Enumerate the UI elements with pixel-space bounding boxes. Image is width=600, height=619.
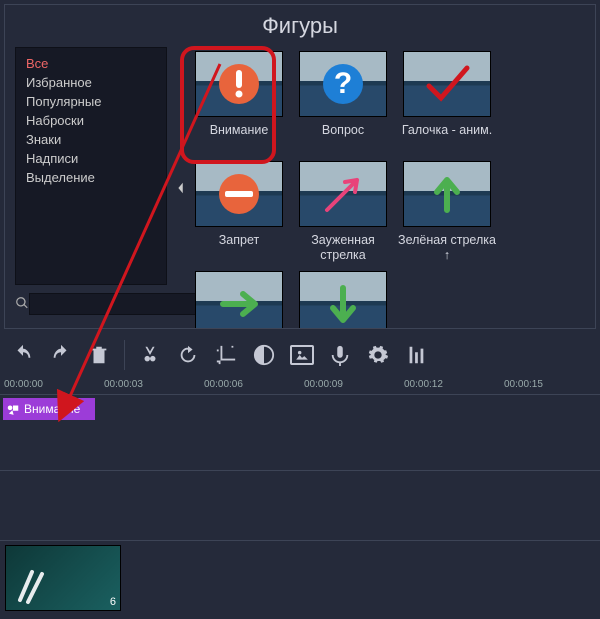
ruler-tick: 00:00:15 (504, 379, 543, 390)
thumb-exclaim-icon (195, 51, 283, 117)
tile-label: Вопрос (293, 123, 393, 153)
tile-label: Запрет (189, 233, 289, 263)
tile-label: Галочка - аним. (397, 123, 497, 153)
video-clip[interactable]: 6 (5, 545, 121, 611)
category-item-popular[interactable]: Популярные (26, 92, 156, 111)
shape-tile-green-down[interactable]: Зелёная стрелка ↓ (293, 267, 393, 328)
collapse-sidebar-button[interactable] (173, 47, 189, 328)
search-icon (15, 296, 29, 313)
category-item-all[interactable]: Все (26, 54, 156, 73)
undo-button[interactable] (7, 339, 39, 371)
video-clip-label: 6 (110, 596, 116, 608)
crop-button[interactable] (210, 339, 242, 371)
shape-clip-icon (6, 402, 20, 416)
shape-clip[interactable]: Внимание (3, 398, 95, 420)
shapes-panel: Фигуры Все Избранное Популярные Наброски… (4, 4, 596, 329)
shape-clip-label: Внимание (24, 402, 80, 416)
panel-body: Все Избранное Популярные Наброски Знаки … (5, 47, 595, 328)
tile-label: Зелёная стрелка ↑ (397, 233, 497, 263)
thumb-arrow-right-icon (195, 271, 283, 328)
thumb-arrow-up-icon (403, 161, 491, 227)
svg-text:?: ? (334, 67, 352, 100)
search-row (5, 291, 173, 317)
contrast-button[interactable] (248, 339, 280, 371)
video-clip-icon (14, 566, 54, 606)
cut-button[interactable] (134, 339, 166, 371)
category-item-captions[interactable]: Надписи (26, 149, 156, 168)
mic-button[interactable] (324, 339, 356, 371)
shape-tile-green-up[interactable]: Зелёная стрелка ↑ (397, 157, 497, 263)
toolbar (0, 333, 600, 377)
time-ruler[interactable]: 00:00:00 00:00:03 00:00:06 00:00:09 00:0… (0, 377, 600, 395)
search-input[interactable] (29, 293, 196, 315)
shapes-grid: Внимание ? Вопрос Галочка - аним. (189, 47, 595, 328)
shapes-track[interactable]: Внимание (0, 395, 600, 471)
shape-tile-prohibit[interactable]: Запрет (189, 157, 289, 263)
ruler-tick: 00:00:00 (4, 379, 43, 390)
thumb-question-icon: ? (299, 51, 387, 117)
category-item-sketch[interactable]: Наброски (26, 111, 156, 130)
delete-button[interactable] (83, 339, 115, 371)
shape-tile-question[interactable]: ? Вопрос (293, 47, 393, 153)
sidebar: Все Избранное Популярные Наброски Знаки … (5, 47, 173, 328)
shape-tile-check[interactable]: Галочка - аним. (397, 47, 497, 153)
category-item-favorites[interactable]: Избранное (26, 73, 156, 92)
tile-label: Внимание (189, 123, 289, 153)
shape-tile-attention[interactable]: Внимание (189, 47, 289, 153)
redo-button[interactable] (45, 339, 77, 371)
thumb-minus-icon (195, 161, 283, 227)
ruler-tick: 00:00:12 (404, 379, 443, 390)
spacer-track[interactable] (0, 471, 600, 541)
panel-title: Фигуры (5, 5, 595, 47)
media-button[interactable] (286, 339, 318, 371)
ruler-tick: 00:00:06 (204, 379, 243, 390)
shape-tile-green-right[interactable]: Зелёная стрелка → (189, 267, 289, 328)
settings-button[interactable] (362, 339, 394, 371)
category-item-highlight[interactable]: Выделение (26, 168, 156, 187)
rotate-button[interactable] (172, 339, 204, 371)
equalizer-button[interactable] (400, 339, 432, 371)
thumb-check-icon (403, 51, 491, 117)
image-icon (290, 345, 314, 365)
category-list: Все Избранное Популярные Наброски Знаки … (15, 47, 167, 285)
shape-tile-narrow-arrow[interactable]: Зауженная стрелка (293, 157, 393, 263)
video-track[interactable]: 6 (0, 541, 600, 611)
thumb-arrow-down-icon (299, 271, 387, 328)
thumb-arrow-pink-icon (299, 161, 387, 227)
timeline: 00:00:00 00:00:03 00:00:06 00:00:09 00:0… (0, 377, 600, 612)
ruler-tick: 00:00:03 (104, 379, 143, 390)
ruler-tick: 00:00:09 (304, 379, 343, 390)
tile-label: Зауженная стрелка (293, 233, 393, 263)
category-item-signs[interactable]: Знаки (26, 130, 156, 149)
